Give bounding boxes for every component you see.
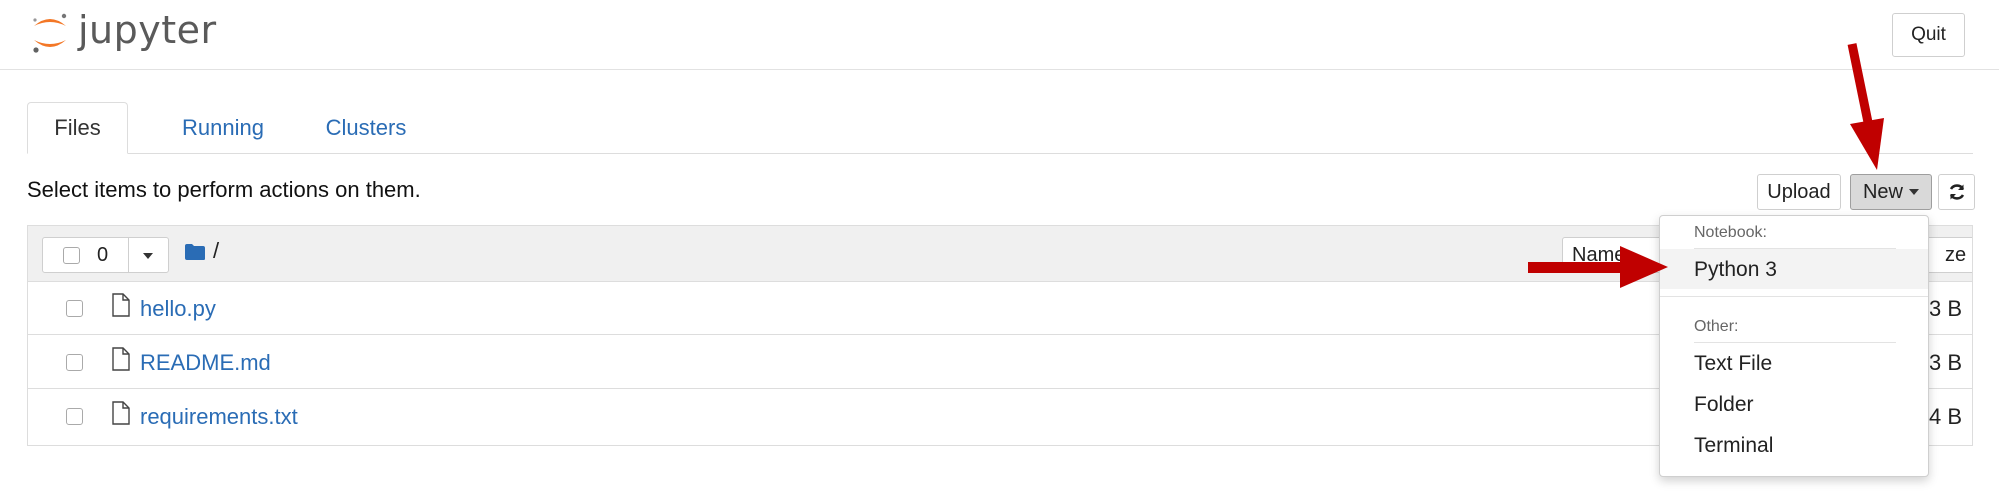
select-dropdown-icon[interactable] bbox=[143, 253, 153, 259]
instruction-text: Select items to perform actions on them. bbox=[27, 177, 421, 202]
file-name-link[interactable]: hello.py bbox=[140, 296, 216, 322]
jupyter-logo[interactable]: jupyter bbox=[30, 8, 217, 56]
notebook-section-header: Notebook: bbox=[1694, 224, 1767, 241]
annotation-arrow-right-icon bbox=[1528, 246, 1668, 288]
refresh-icon bbox=[1949, 184, 1964, 200]
file-icon bbox=[112, 401, 130, 425]
selected-count: 0 bbox=[97, 244, 109, 266]
upload-button[interactable]: Upload bbox=[1757, 174, 1841, 210]
file-name-link[interactable]: requirements.txt bbox=[140, 404, 298, 430]
file-checkbox[interactable] bbox=[66, 300, 83, 317]
logo-text: jupyter bbox=[78, 8, 217, 52]
menu-item-terminal[interactable]: Terminal bbox=[1660, 425, 1928, 465]
file-icon bbox=[112, 293, 130, 317]
file-icon bbox=[112, 347, 130, 371]
tab-bar: Files Running Clusters bbox=[27, 102, 1973, 154]
size-sort-label: ze bbox=[1945, 244, 1967, 266]
annotation-arrow-down-icon bbox=[1847, 43, 1884, 170]
header-bar: jupyter Quit bbox=[0, 0, 1999, 70]
file-checkbox[interactable] bbox=[66, 354, 83, 371]
file-size: 4 B bbox=[1928, 404, 1962, 429]
folder-icon[interactable] bbox=[184, 243, 206, 261]
divider bbox=[128, 238, 129, 272]
file-size: 3 B bbox=[1928, 296, 1962, 321]
select-all-group[interactable]: 0 bbox=[42, 237, 169, 273]
tab-running[interactable]: Running bbox=[158, 102, 288, 153]
jupyter-logo-icon bbox=[33, 13, 67, 53]
size-sort-button[interactable]: ze bbox=[1922, 237, 1972, 273]
other-section-header: Other: bbox=[1694, 318, 1739, 335]
breadcrumb-path[interactable]: / bbox=[213, 238, 219, 264]
quit-button[interactable]: Quit bbox=[1892, 13, 1965, 57]
menu-item-text-file[interactable]: Text File bbox=[1660, 343, 1928, 383]
file-checkbox[interactable] bbox=[66, 408, 83, 425]
new-dropdown-menu: Notebook: Python 3 Other: Text File Fold… bbox=[1659, 215, 1929, 477]
new-button[interactable]: New bbox=[1850, 174, 1932, 210]
new-button-label: New bbox=[1862, 180, 1903, 203]
tab-clusters[interactable]: Clusters bbox=[296, 102, 436, 153]
refresh-button[interactable] bbox=[1938, 174, 1975, 210]
menu-item-folder[interactable]: Folder bbox=[1660, 384, 1928, 424]
tab-files[interactable]: Files bbox=[27, 102, 128, 154]
file-size: 3 B bbox=[1928, 350, 1962, 375]
select-all-checkbox[interactable] bbox=[63, 247, 80, 264]
caret-down-icon bbox=[1909, 189, 1919, 195]
menu-divider bbox=[1660, 296, 1928, 297]
menu-item-python3[interactable]: Python 3 bbox=[1660, 249, 1928, 289]
file-name-link[interactable]: README.md bbox=[140, 350, 271, 376]
